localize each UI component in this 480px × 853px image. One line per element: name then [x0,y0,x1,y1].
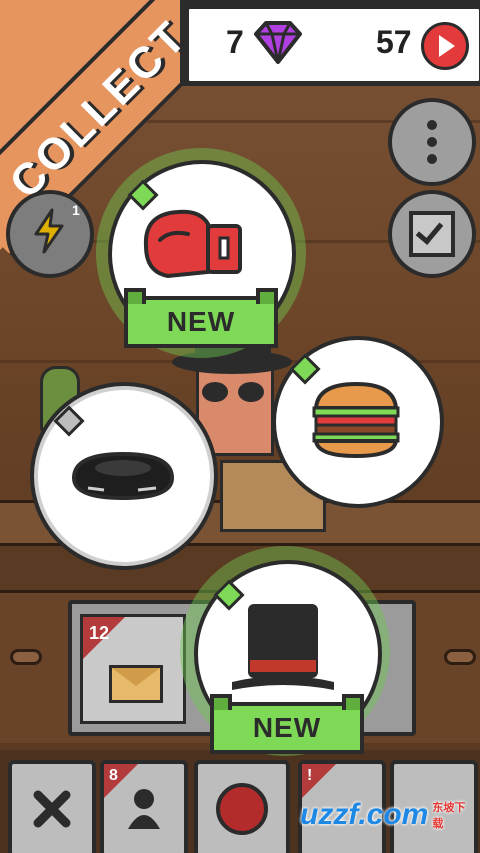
energy-badge: 1 [72,202,80,218]
record-button[interactable] [194,760,290,853]
user-badge: 8 [109,767,118,784]
purple-gem-icon [254,21,302,64]
burger-icon [312,381,400,459]
gem-count: 7 [226,24,244,60]
watermark-text: uzzf.com [300,798,429,831]
top-hat-icon [232,604,334,690]
menu-button[interactable] [388,98,476,186]
envelope-slot[interactable]: 12 [80,614,186,724]
checklist-button[interactable] [388,190,476,278]
close-button[interactable] [8,760,96,853]
sunglasses-icon [202,382,266,404]
drawer-handle [10,649,42,665]
red-play-coin-icon[interactable] [421,22,469,70]
energy-button[interactable]: 1 [6,190,94,278]
checkbox-icon [409,211,455,257]
new-badge: NEW [210,694,364,754]
close-icon [33,790,71,828]
new-badge: NEW [124,288,278,348]
red-circle-icon [216,783,268,835]
game-scene: 12 8 ! COLLECT 7 57 1 NEW NEW uzzf.com 东… [0,0,480,853]
lightning-icon [34,208,64,254]
user-button[interactable]: 8 [100,760,188,853]
watermark-sub: 东坡下载 [432,802,466,830]
slot-count: 12 [89,623,110,643]
vertical-dots-icon [427,120,437,164]
watermark: uzzf.com 东坡下载 [300,790,475,840]
envelope-icon [109,665,163,703]
drawer-handle [444,649,476,665]
coin-count: 57 [376,24,412,60]
black-bag-icon [71,451,175,501]
alert-badge: ! [307,767,313,784]
boxing-glove-icon [143,209,242,279]
